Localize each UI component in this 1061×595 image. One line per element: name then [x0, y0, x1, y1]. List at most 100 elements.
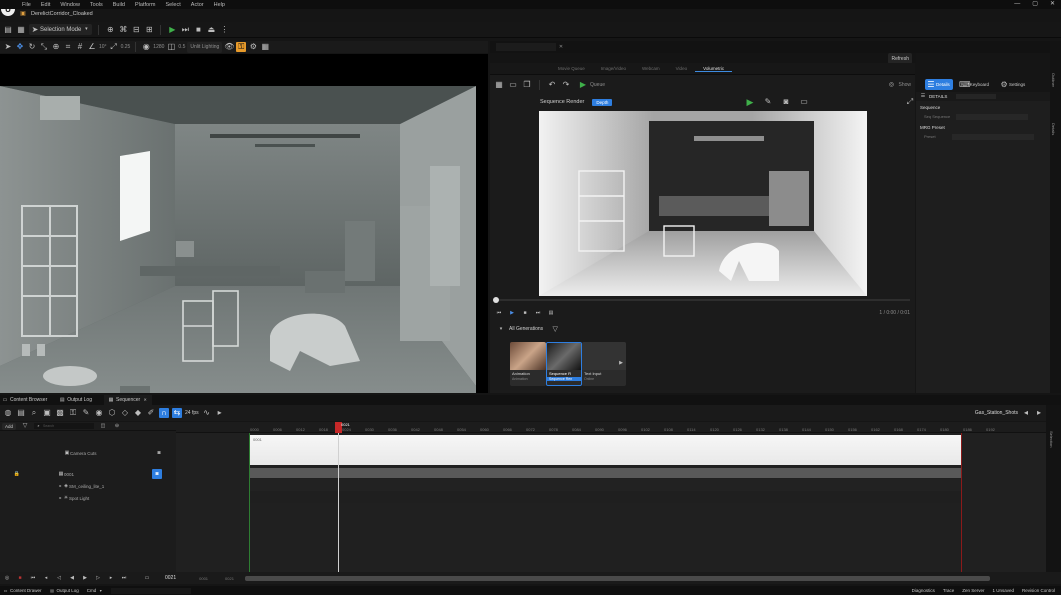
history-forward-icon[interactable]: ▸ — [1034, 408, 1044, 418]
tab-output-log[interactable]: ▤ Output Log — [59, 395, 92, 405]
undo-icon[interactable]: ↶ — [547, 80, 557, 90]
skip-back-icon[interactable]: ⏮ — [494, 308, 504, 318]
menu-build[interactable]: Build — [113, 2, 125, 8]
wrench-icon[interactable]: ✎ — [81, 408, 91, 418]
folder-icon[interactable]: ▭ — [508, 80, 518, 90]
settings-button[interactable]: ⚙ Settings — [998, 79, 1028, 90]
play-icon[interactable]: ▶ — [507, 308, 517, 318]
scrollbar-thumb[interactable] — [244, 575, 990, 581]
copy-icon[interactable]: ❐ — [522, 80, 532, 90]
close-tab-icon[interactable]: ✕ — [142, 395, 148, 405]
save-icon[interactable]: ▤ — [3, 25, 13, 35]
add-track-button[interactable]: Add — [2, 422, 17, 430]
perspective-icon[interactable]: ◫ — [166, 42, 176, 52]
next-key-icon[interactable]: ▸ — [106, 573, 116, 583]
preview-scrubber[interactable] — [493, 297, 910, 303]
frame-rate-value[interactable]: 24 fps — [185, 410, 199, 416]
scale-icon[interactable]: ⤡ — [39, 42, 49, 52]
angle-snap-value[interactable]: 10° — [99, 44, 107, 50]
next-frame-icon[interactable]: ▷ — [93, 573, 103, 583]
menu-window[interactable]: Window — [60, 2, 80, 8]
chevron-right-icon[interactable]: ▶ — [616, 358, 626, 368]
depth-badge[interactable]: Depth — [592, 98, 613, 106]
keyboard-tab-button[interactable]: ⌨ Keyboard — [959, 79, 992, 90]
section-mrg-preset[interactable]: MRG Preset — [916, 121, 1050, 132]
loop-icon[interactable]: ▭ — [142, 573, 152, 583]
all-generations-label[interactable]: All Generations — [509, 326, 543, 332]
generation-card[interactable]: Animation Animation — [510, 342, 546, 386]
camera-badge-icon[interactable]: ◙ — [152, 469, 162, 479]
rotate-icon[interactable]: ↻ — [27, 42, 37, 52]
key-icon[interactable]: ⚿ — [68, 408, 78, 418]
track-row-camera-cuts[interactable]: ▣ Camera Cuts ◙ — [0, 446, 176, 460]
history-back-icon[interactable]: ◂ — [1021, 408, 1031, 418]
snap-icon[interactable]: ∩ — [159, 408, 169, 418]
filter-icon[interactable]: ▽ — [550, 324, 560, 334]
close-tab-icon[interactable]: ✕ — [556, 42, 566, 52]
selection-side-tab[interactable]: Selection — [1049, 431, 1054, 447]
section-sequence[interactable]: Sequence — [916, 101, 1050, 112]
console-input[interactable] — [111, 587, 192, 594]
sequence-name[interactable]: Gas_Station_Shots — [975, 410, 1018, 416]
layout-icon[interactable]: ▦ — [260, 42, 270, 52]
translate-icon[interactable]: ✥ — [15, 42, 25, 52]
snapshot-icon[interactable]: ◙ — [781, 97, 791, 107]
cinematics-icon[interactable]: ⊟ — [131, 25, 141, 35]
scrubber-handle[interactable] — [493, 297, 499, 303]
lock-icon[interactable]: 🔒 — [14, 469, 20, 479]
add-actor-icon[interactable]: ⊕ — [105, 25, 115, 35]
menu-edit[interactable]: Edit — [41, 2, 50, 8]
menu-platform[interactable]: Platform — [135, 2, 155, 8]
select-icon[interactable]: ➤ — [3, 42, 13, 52]
selection-mode-dropdown[interactable]: ➤ Selection Mode ▾ — [29, 24, 93, 35]
loop-icon[interactable]: ▤ — [546, 308, 556, 318]
surface-snap-icon[interactable]: ⌗ — [63, 42, 73, 52]
filter-icon[interactable]: ▽ — [20, 421, 30, 431]
menu-tools[interactable]: Tools — [90, 2, 103, 8]
tab-content-browser[interactable]: ▭ Content Browser — [2, 395, 48, 405]
unsaved-button[interactable]: 1 Unsaved — [992, 588, 1014, 593]
tab-sequencer[interactable]: ▦ Sequencer ✕ — [104, 395, 153, 405]
content-icon[interactable]: ▦ — [16, 25, 26, 35]
outliner-side-tab[interactable]: Outliner — [1051, 73, 1056, 87]
play-icon[interactable]: ▶ — [167, 25, 177, 35]
screen-percentage[interactable]: 0.5 — [178, 44, 185, 50]
menu-help[interactable]: Help — [214, 2, 225, 8]
platforms-icon[interactable]: ⊞ — [144, 25, 154, 35]
working-range-end[interactable] — [961, 433, 962, 572]
sequence-field-value[interactable] — [956, 113, 1029, 120]
queue-play-button[interactable]: ▶ Queue — [575, 80, 608, 91]
trace-button[interactable]: Trace — [943, 588, 954, 593]
render-play-icon[interactable]: ▶ — [745, 97, 755, 107]
settings-icon[interactable]: ⚙ — [248, 42, 258, 52]
track-row-actor[interactable]: 🔒 ▦ 0001 ◙ — [0, 468, 176, 480]
zen-server-button[interactable]: Zen Server — [962, 588, 984, 593]
brush-icon[interactable]: ✎ — [763, 97, 773, 107]
redo-icon[interactable]: ↷ — [561, 80, 571, 90]
clapper-icon[interactable]: ▩ — [55, 408, 65, 418]
diagnostics-button[interactable]: Diagnostics — [912, 588, 935, 593]
tab-video[interactable]: Video — [668, 66, 695, 71]
document-tab[interactable]: ▣ DerelictCorridor_Cloaked — [18, 9, 93, 19]
playhead-handle[interactable]: 0021 — [335, 422, 350, 433]
level-viewport[interactable] — [0, 54, 488, 393]
stop-icon[interactable]: ■ — [520, 308, 530, 318]
current-frame-field[interactable]: 0021 — [165, 575, 176, 581]
generation-card-selected[interactable]: Sequence R Sequence Ren — [546, 342, 582, 386]
view-mode-dropdown[interactable]: Unlit Lighting — [187, 41, 223, 53]
tab-movie-queue[interactable]: Movie Queue — [550, 66, 593, 71]
prev-key-icon[interactable]: ◂ — [41, 573, 51, 583]
camera-icon[interactable]: ◙ — [154, 448, 164, 458]
tab-volumetric[interactable]: Volumetric — [695, 66, 733, 72]
auto-key-icon[interactable]: ◆ — [133, 408, 143, 418]
details-side-tab[interactable]: Details — [1051, 123, 1056, 135]
step-icon[interactable]: ⏭ — [180, 25, 190, 35]
menu-select[interactable]: Select — [165, 2, 180, 8]
resolution-value[interactable]: 1280 — [153, 44, 164, 50]
frame-rate-icon[interactable]: ⇆ — [172, 408, 182, 418]
record-icon[interactable]: ◎ — [2, 573, 12, 583]
world-icon[interactable]: ⊕ — [51, 42, 61, 52]
playback-options-icon[interactable]: ▸ — [215, 408, 225, 418]
save-icon[interactable]: ▤ — [16, 408, 26, 418]
menu-file[interactable]: File — [22, 2, 31, 8]
